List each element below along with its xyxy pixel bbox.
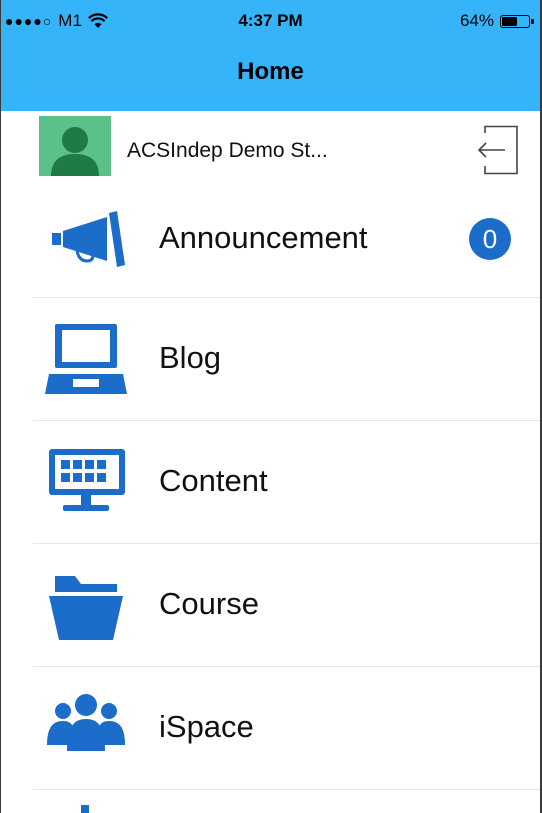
menu-item-label: Announcement (159, 220, 368, 255)
menu-item-label: iSpace (159, 709, 254, 744)
menu-item-ispace[interactable]: iSpace (33, 667, 540, 790)
menu-item-announcement[interactable]: Announcement 0 (33, 181, 540, 298)
group-icon (47, 694, 125, 751)
user-avatar-icon (51, 127, 99, 176)
menu-item-blog[interactable]: Blog (33, 298, 540, 421)
announcement-count-badge: 0 (469, 218, 511, 260)
status-right: 64% (459, 11, 534, 31)
status-bar: ●●●●○ M1 4:37 PM 64% (1, 0, 540, 40)
battery-percentage: 64% (459, 11, 494, 30)
app-header: ●●●●○ M1 4:37 PM 64% Home (1, 0, 540, 111)
battery-fill (502, 16, 517, 26)
logout-button[interactable] (475, 125, 521, 175)
folder-icon (49, 576, 123, 640)
megaphone-icon (52, 211, 125, 267)
menu-item-label: Course (159, 586, 259, 621)
profile-name: ACSIndep Demo St... (127, 139, 328, 162)
page-title: Home (237, 58, 304, 85)
menu-item-label: Blog (159, 340, 222, 375)
monitor-grid-icon (49, 449, 125, 511)
menu-item-content[interactable]: Content (33, 421, 540, 544)
menu-list: Announcement 0 Blog Content Course iSpac… (1, 181, 540, 790)
battery-icon (500, 14, 534, 28)
avatar[interactable] (39, 116, 111, 176)
menu-item-label: Content (159, 463, 268, 498)
laptop-icon (45, 324, 127, 394)
profile-bar: ACSIndep Demo St... (1, 111, 540, 181)
logout-icon (477, 125, 518, 175)
menu-item-course[interactable]: Course (33, 544, 540, 667)
next-menu-icon-partial (81, 805, 89, 813)
